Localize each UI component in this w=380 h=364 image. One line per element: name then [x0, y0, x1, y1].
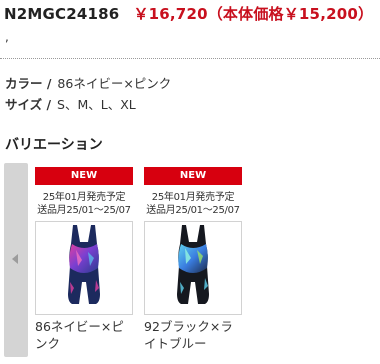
variations-title: バリエーション: [5, 137, 103, 153]
swimsuit-icon: [177, 225, 209, 304]
swimsuit-navy-pink-image[interactable]: [35, 221, 133, 315]
new-badge: NEW: [35, 167, 133, 185]
divider: [0, 58, 380, 59]
new-badge: NEW: [144, 167, 242, 185]
release-note: 25年01月発売予定 送品月25/01～25/07: [35, 191, 133, 217]
color-value: 86ネイビー×ピンク: [57, 76, 172, 91]
swimsuit-icon: [68, 225, 100, 304]
variation-card-black-lightblue[interactable]: NEW 25年01月発売予定 送品月25/01～25/07 92ブラック×ライト…: [144, 167, 242, 352]
release-date: 25年01月発売予定: [151, 192, 235, 203]
carousel-prev-button[interactable]: [4, 163, 28, 357]
shipping-period: 送品月25/01～25/07: [37, 205, 131, 216]
product-price: ￥16,720（本体価格￥15,200）: [133, 5, 374, 23]
product-subtext: ,: [5, 30, 9, 44]
variation-label: 86ネイビー×ピンク: [35, 319, 124, 351]
color-label: カラー /: [5, 76, 52, 91]
size-attribute: サイズ / S、M、L、XL: [5, 94, 136, 113]
release-note: 25年01月発売予定 送品月25/01～25/07: [144, 191, 242, 217]
swimsuit-black-lightblue-image[interactable]: [144, 221, 242, 315]
shipping-period: 送品月25/01～25/07: [146, 205, 240, 216]
variation-label: 92ブラック×ライトブルー: [144, 319, 233, 351]
size-value: S、M、L、XL: [57, 97, 136, 112]
product-header: N2MGC24186 ￥16,720（本体価格￥15,200）: [4, 3, 373, 24]
product-code: N2MGC24186: [4, 5, 120, 23]
color-attribute: カラー / 86ネイビー×ピンク: [5, 73, 171, 92]
product-detail-panel: N2MGC24186 ￥16,720（本体価格￥15,200） , カラー / 86…: [0, 0, 380, 364]
size-label: サイズ /: [5, 97, 52, 112]
variation-card-navy-pink[interactable]: NEW 25年01月発売予定 送品月25/01～25/07 86ネイビー×ピンク: [35, 167, 133, 352]
chevron-left-icon: [12, 254, 18, 264]
release-date: 25年01月発売予定: [42, 192, 126, 203]
